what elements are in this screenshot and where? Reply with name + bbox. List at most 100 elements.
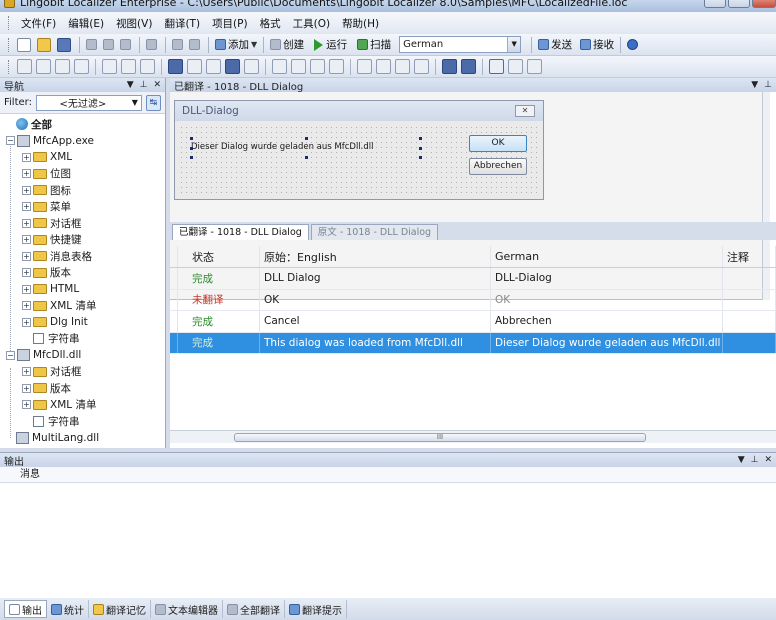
tab-translate-all[interactable]: 全部翻译 [223, 600, 285, 618]
table-row[interactable]: 完成 This dialog was loaded from MfcDll.dll… [170, 332, 776, 354]
tree-item[interactable]: − MfcDll.dll [0, 347, 165, 364]
same-height-icon[interactable] [187, 59, 202, 74]
table-row[interactable]: 完成 DLL Dialog DLL-Dialog [170, 268, 776, 290]
chevron-down-icon[interactable]: ▼ [738, 455, 745, 465]
spell-check-icon[interactable] [527, 59, 542, 74]
center-vertical-icon[interactable] [140, 59, 155, 74]
resize-handle[interactable] [305, 156, 308, 159]
resize-handle[interactable] [419, 137, 422, 140]
tab-original[interactable]: 原文 - 1018 - DLL Dialog [310, 224, 439, 240]
tree-item[interactable]: + 菜单 [0, 199, 165, 216]
tree-item[interactable]: + HTML [0, 281, 165, 298]
status-cell[interactable]: 完成 [178, 332, 260, 353]
tree-item[interactable]: + 版本 [0, 380, 165, 397]
align-center-icon[interactable] [36, 59, 51, 74]
chevron-down-icon[interactable]: ▼ [127, 80, 134, 90]
dialog-cancel-button[interactable]: Abbrechen [469, 158, 527, 175]
column-status[interactable]: 状态 [178, 246, 260, 267]
tab-translation-memory[interactable]: 翻译记忆 [89, 600, 151, 618]
tree-item[interactable]: + 消息表格 [0, 248, 165, 265]
grid-horizontal-scrollbar[interactable]: III [170, 430, 776, 443]
make-horizontal-icon[interactable] [310, 59, 325, 74]
expand-icon[interactable]: + [22, 301, 31, 311]
properties-icon[interactable] [508, 59, 523, 74]
collapse-icon[interactable]: − [6, 350, 15, 360]
align-bottom-icon[interactable] [121, 59, 136, 74]
row-indicator[interactable] [170, 311, 178, 332]
tree-item[interactable]: 字符串 [0, 413, 165, 430]
status-cell[interactable]: 完成 [178, 311, 260, 332]
tree-item[interactable]: + 对话框 [0, 215, 165, 232]
menu-tools[interactable]: 工具(O) [287, 14, 336, 33]
maximize-button[interactable] [728, 0, 750, 8]
make-vertical-icon[interactable] [329, 59, 344, 74]
original-cell[interactable]: OK [260, 289, 491, 310]
align-middle-icon[interactable] [102, 59, 117, 74]
tree-item[interactable]: + XML [0, 149, 165, 166]
new-button[interactable] [15, 36, 35, 54]
menu-project[interactable]: 项目(P) [206, 14, 254, 33]
tree-item[interactable]: + Dlg Init [0, 314, 165, 331]
save-button[interactable] [55, 36, 75, 54]
cut-button[interactable] [84, 36, 101, 54]
translation-cell[interactable]: Dieser Dialog wurde geladen aus MfcDll.d… [491, 332, 723, 353]
toolbar-grip[interactable] [8, 59, 11, 74]
scrollbar-thumb[interactable]: III [234, 433, 646, 442]
menu-help[interactable]: 帮助(H) [336, 14, 385, 33]
table-row[interactable]: 完成 Cancel Abbrechen [170, 311, 776, 333]
filter-select[interactable]: <无过滤> ▼ [35, 94, 142, 111]
create-button[interactable]: 创建 [268, 36, 306, 54]
tree-item[interactable]: MultiLang.dll [0, 430, 165, 447]
expand-icon[interactable]: + [22, 367, 31, 377]
tree-item[interactable]: + 图标 [0, 182, 165, 199]
pin-icon[interactable]: ⊥ [140, 80, 148, 90]
notes-cell[interactable] [723, 289, 776, 310]
space-across-icon[interactable] [272, 59, 287, 74]
tree-item[interactable]: 字符串 [0, 331, 165, 348]
translation-cell[interactable]: DLL-Dialog [491, 268, 723, 289]
column-original[interactable]: 原始：English [260, 246, 491, 267]
copy-button[interactable] [101, 36, 118, 54]
output-message-column[interactable]: 消息 [0, 467, 776, 483]
help-button[interactable] [625, 36, 642, 54]
test-dialog-icon[interactable] [442, 59, 457, 74]
undo-button[interactable] [170, 36, 187, 54]
menu-translate[interactable]: 翻译(T) [158, 14, 206, 33]
chevron-down-icon[interactable]: ▼ [129, 98, 141, 107]
send-button[interactable]: 发送 [536, 36, 574, 54]
same-width-icon[interactable] [168, 59, 183, 74]
tree-item[interactable]: − MfcApp.exe [0, 133, 165, 150]
expand-icon[interactable]: + [22, 169, 31, 179]
dialog-static-text[interactable]: Dieser Dialog wurde geladen aus MfcDll.d… [191, 142, 374, 152]
paste-button[interactable] [118, 36, 135, 54]
decrease-spacing-icon[interactable] [376, 59, 391, 74]
menu-view[interactable]: 视图(V) [110, 14, 158, 33]
space-down-icon[interactable] [291, 59, 306, 74]
tab-order-icon[interactable] [414, 59, 429, 74]
menu-file[interactable]: 文件(F) [15, 14, 62, 33]
tree-item[interactable]: 全部 [0, 116, 165, 133]
resize-handle[interactable] [190, 156, 193, 159]
column-notes[interactable]: 注释 [723, 246, 776, 267]
original-cell[interactable]: Cancel [260, 311, 491, 332]
dll-dialog-preview[interactable]: DLL-Dialog ✕ Dieser Dialog wurde geladen… [174, 100, 544, 200]
remove-spacing-icon[interactable] [395, 59, 410, 74]
resize-handle[interactable] [305, 137, 308, 140]
preview-icon[interactable] [461, 59, 476, 74]
add-button[interactable]: 添加 ▼ [213, 36, 259, 54]
tree-item[interactable]: + 版本 [0, 265, 165, 282]
tab-output[interactable]: 输出 [4, 600, 47, 618]
close-button[interactable] [752, 0, 776, 8]
original-cell[interactable]: DLL Dialog [260, 268, 491, 289]
expand-icon[interactable]: + [22, 202, 31, 212]
find-button[interactable] [144, 36, 161, 54]
minimize-button[interactable] [704, 0, 726, 8]
pin-icon[interactable]: ⊥ [764, 80, 772, 90]
open-button[interactable] [35, 36, 55, 54]
expand-icon[interactable]: + [22, 400, 31, 410]
tab-text-editor[interactable]: 文本编辑器 [151, 600, 223, 618]
expand-icon[interactable]: + [22, 317, 31, 327]
resize-handle[interactable] [190, 137, 193, 140]
receive-button[interactable]: 接收 [578, 36, 616, 54]
notes-cell[interactable] [723, 311, 776, 332]
